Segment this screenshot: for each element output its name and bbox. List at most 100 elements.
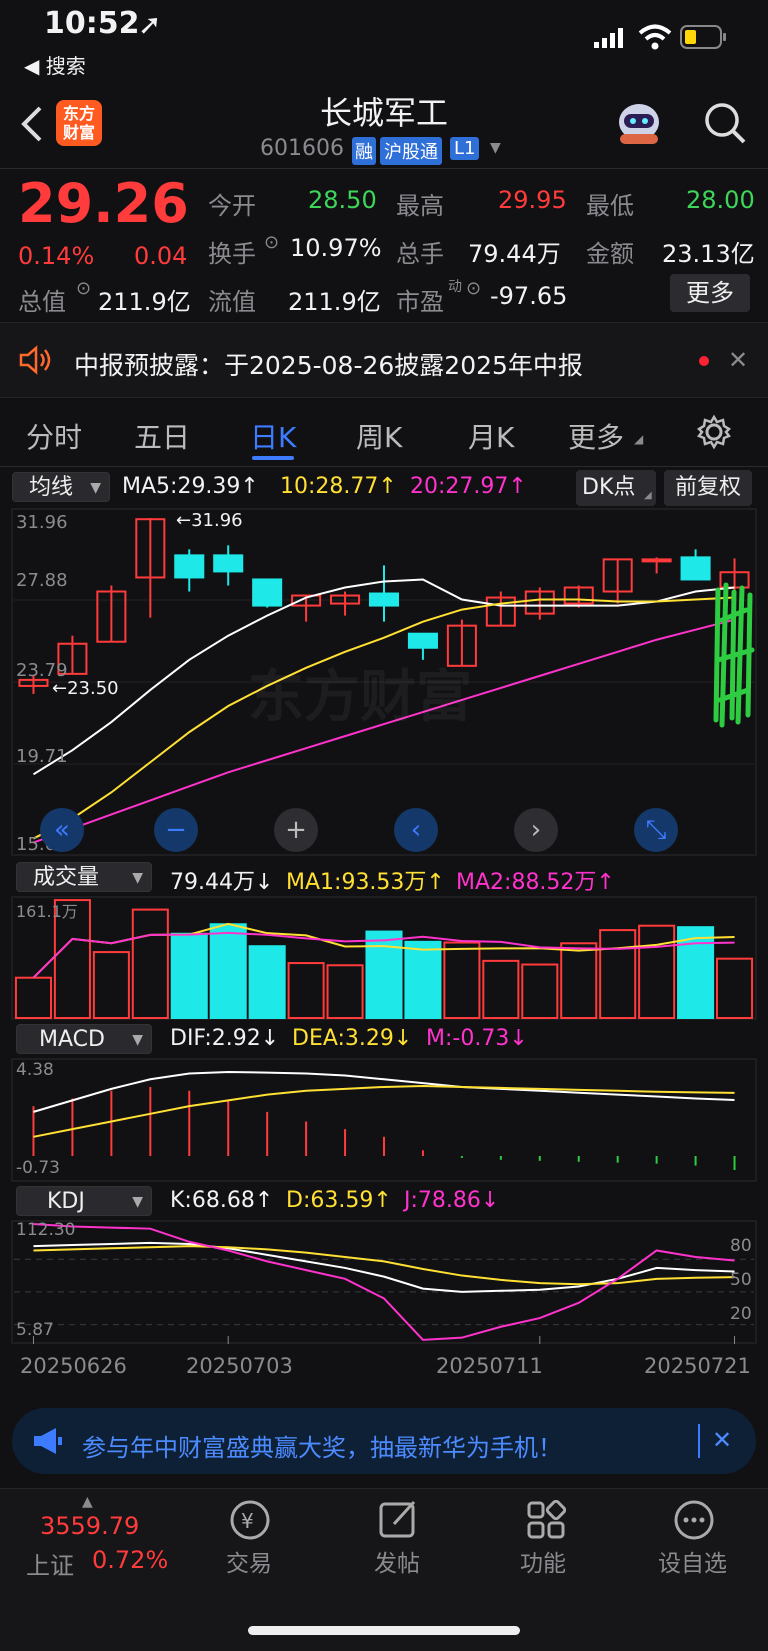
kdj-indicator-label: KDJ: [47, 1189, 85, 1214]
candle-body: [252, 578, 283, 607]
index-value[interactable]: 3559.79: [40, 1512, 139, 1540]
tab-daily-k[interactable]: 日K: [250, 416, 296, 456]
volume-bar: [248, 945, 286, 1019]
kdj-level-50: 50: [730, 1270, 752, 1290]
mktcap-value: 211.9亿: [98, 288, 191, 316]
pe-value: -97.65: [490, 282, 568, 310]
volume-bar: [326, 964, 364, 1020]
macd-max-label: 4.38: [16, 1060, 54, 1080]
volume-indicator-select[interactable]: 成交量 ▼: [16, 862, 152, 892]
scroll-right-icon[interactable]: ›: [514, 808, 558, 852]
search-icon[interactable]: [702, 100, 748, 150]
pe-label: 市盈: [396, 288, 444, 316]
ma10-readout: 10:28.77↑: [280, 474, 397, 499]
scroll-left-icon[interactable]: ‹: [394, 808, 438, 852]
volume-bar: [482, 959, 520, 1019]
dif-readout: DIF:2.92↓: [170, 1026, 280, 1051]
wifi-icon: [638, 24, 672, 54]
turnover-label: 换手: [208, 240, 256, 268]
open-value: 28.50: [308, 186, 377, 214]
d-line: [33, 1245, 735, 1286]
zoom-in-icon[interactable]: +: [274, 808, 318, 852]
back-to-search-link[interactable]: ◀ 搜索: [24, 50, 86, 79]
info-icon[interactable]: ⊙: [264, 232, 279, 253]
date-label-4: 20250721: [644, 1354, 751, 1378]
adjust-button[interactable]: 前复权: [664, 470, 752, 506]
index-percent[interactable]: 0.72%: [92, 1546, 168, 1574]
last-price: 29.26: [18, 172, 189, 235]
nav-watchlist[interactable]: 设自选: [658, 1544, 727, 1578]
nav-functions[interactable]: 功能: [520, 1544, 566, 1578]
info-icon[interactable]: ⊙: [76, 278, 91, 299]
volume-chart[interactable]: [0, 896, 768, 1020]
kdj-level-80: 80: [730, 1236, 752, 1256]
volume-bar: [599, 929, 637, 1019]
volume-bar: [638, 924, 676, 1020]
amount-label: 金额: [586, 240, 634, 268]
low-value: 28.00: [686, 186, 755, 214]
y-label-4: 19.71: [16, 746, 68, 767]
megaphone-icon: [32, 1426, 64, 1460]
macd-chart[interactable]: [0, 1058, 768, 1182]
edit-post-icon[interactable]: [378, 1498, 420, 1544]
k-line: [33, 1241, 735, 1293]
divider: [0, 466, 768, 467]
more-dots-icon[interactable]: [672, 1498, 716, 1546]
volume-bar: [131, 908, 169, 1019]
battery-icon: [680, 25, 728, 53]
volume-bar: [365, 930, 403, 1019]
badge-margin: 融: [352, 137, 376, 165]
gear-icon[interactable]: [696, 414, 732, 454]
volume-bar: [716, 957, 754, 1019]
tab-more[interactable]: 更多: [568, 416, 624, 456]
tab-monthly-k[interactable]: 月K: [468, 416, 514, 456]
scroll-left-far-icon[interactable]: «: [40, 808, 84, 852]
mktcap-label: 总值: [18, 288, 66, 316]
kdj-indicator-select[interactable]: KDJ ▼: [16, 1186, 152, 1216]
low-marker: ←23.50: [52, 678, 119, 699]
m-readout: M:-0.73↓: [426, 1026, 528, 1051]
kdj-chart[interactable]: [0, 1220, 768, 1344]
stock-code: 601606: [260, 136, 344, 161]
badge-level1: L1: [450, 137, 480, 160]
more-button[interactable]: 更多: [670, 274, 750, 312]
robot-assistant-icon[interactable]: [614, 100, 664, 150]
date-label-3: 20250711: [436, 1354, 543, 1378]
kline-indicator-select[interactable]: 均线 ▼: [12, 472, 110, 502]
caret-down-icon: ▼: [90, 480, 101, 496]
tab-weekly-k[interactable]: 周K: [356, 416, 402, 456]
close-icon[interactable]: ✕: [728, 346, 748, 374]
volume-readout: 79.44万↓: [170, 870, 274, 895]
index-name[interactable]: 上证: [26, 1546, 74, 1581]
close-icon[interactable]: ✕: [712, 1426, 732, 1454]
caret-down-icon[interactable]: ▼: [490, 140, 501, 156]
nav-trade[interactable]: 交易: [226, 1544, 272, 1578]
grid-apps-icon[interactable]: [526, 1499, 567, 1544]
float-label: 流值: [208, 288, 256, 316]
turnover-value: 10.97%: [290, 234, 382, 262]
macd-indicator-select[interactable]: MACD ▼: [16, 1024, 152, 1054]
tab-intraday[interactable]: 分时: [26, 416, 82, 456]
info-icon[interactable]: ⊙: [466, 278, 481, 299]
change-amount: 0.04: [134, 242, 188, 270]
back-chevron-icon[interactable]: [18, 104, 44, 148]
high-marker: ←31.96: [176, 510, 243, 531]
high-label: 最高: [396, 192, 444, 220]
app-logo: 东方 财富: [56, 100, 102, 146]
caret-down-icon: ▼: [132, 870, 143, 886]
low-label: 最低: [586, 192, 634, 220]
candle-body: [680, 556, 711, 581]
float-value: 211.9亿: [288, 288, 381, 316]
trade-icon[interactable]: ¥: [228, 1498, 272, 1546]
green-scribble: [708, 580, 766, 734]
kdj-max-label: 112.30: [16, 1220, 76, 1240]
volume-bar: [92, 951, 130, 1020]
date-label-2: 20250703: [186, 1354, 293, 1378]
nav-post[interactable]: 发帖: [374, 1544, 420, 1578]
zoom-out-icon[interactable]: −: [154, 808, 198, 852]
tab-five-day[interactable]: 五日: [134, 416, 190, 456]
y-label-2: 27.88: [16, 570, 68, 591]
volume-bar: [14, 976, 52, 1019]
vol-ma2-readout: MA2:88.52万↑: [456, 870, 615, 895]
fullscreen-icon[interactable]: ⤡: [634, 808, 678, 852]
